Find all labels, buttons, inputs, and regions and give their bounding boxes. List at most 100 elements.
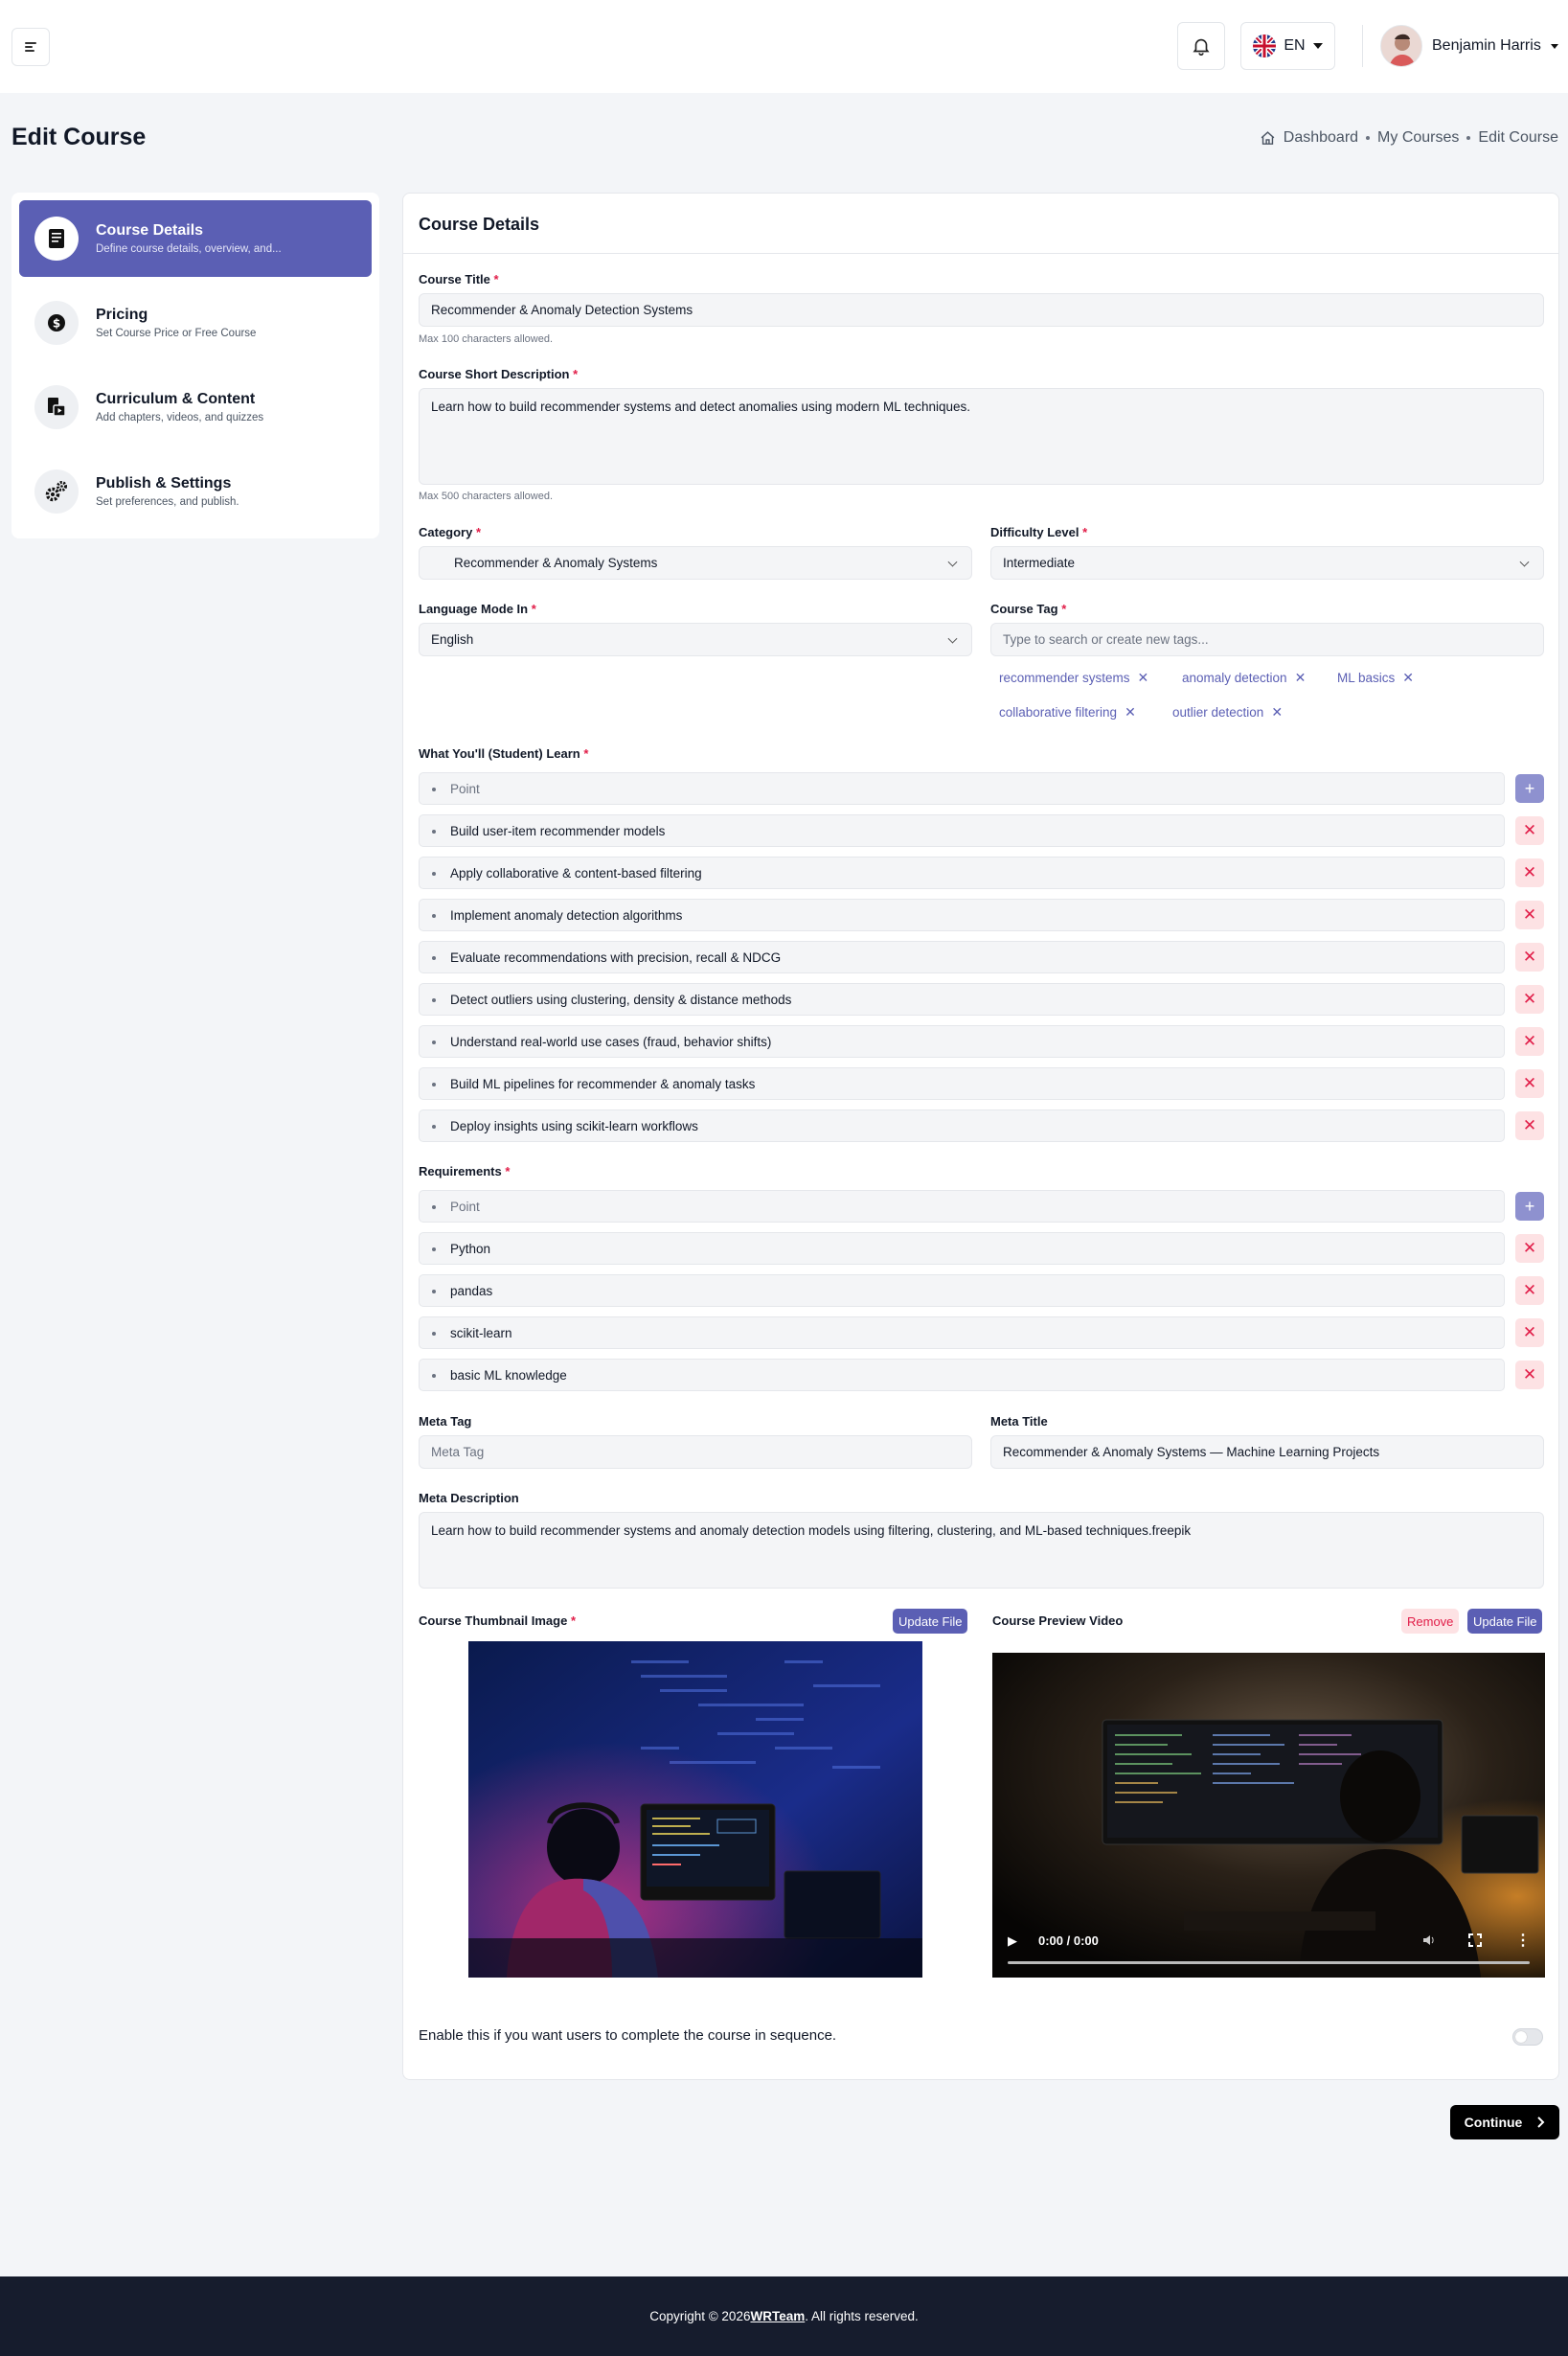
course-tag-input[interactable]: Type to search or create new tags... (990, 623, 1544, 656)
learn-point[interactable]: Understand real-world use cases (fraud, … (419, 1025, 1505, 1058)
curriculum-icon (34, 385, 79, 429)
close-icon[interactable]: ✕ (1402, 670, 1414, 686)
remove-requirement-button[interactable]: ✕ (1515, 1276, 1544, 1305)
chevron-right-icon (1537, 2116, 1545, 2128)
breadcrumb-dashboard[interactable]: Dashboard (1284, 129, 1358, 147)
step-publish[interactable]: Publish & Settings Set preferences, and … (19, 453, 372, 530)
list-item: basic ML knowledge ✕ (419, 1359, 1544, 1391)
notification-button[interactable] (1177, 22, 1225, 70)
language-value: English (431, 632, 474, 647)
short-desc-textarea[interactable]: Learn how to build recommender systems a… (419, 388, 1544, 485)
close-icon: ✕ (1522, 1239, 1537, 1257)
close-icon[interactable]: ✕ (1295, 670, 1307, 686)
meta-title-label: Meta Title (990, 1414, 1048, 1429)
learn-point[interactable]: Detect outliers using clustering, densit… (419, 983, 1505, 1016)
sequence-toggle[interactable] (1512, 2028, 1543, 2046)
add-requirement-button[interactable]: + (1515, 1192, 1544, 1221)
more-vertical-icon[interactable]: ⋮ (1515, 1931, 1531, 1950)
play-icon[interactable]: ▶ (1008, 1933, 1017, 1949)
close-icon[interactable]: ✕ (1271, 704, 1283, 721)
video-progress-bar[interactable] (1008, 1961, 1530, 1964)
video-time: 0:00 / 0:00 (1038, 1933, 1099, 1948)
requirement[interactable]: basic ML knowledge (419, 1359, 1505, 1391)
course-details-card: Course Details Course Title * Recommende… (402, 193, 1559, 2080)
close-icon: ✕ (1522, 990, 1537, 1008)
learn-point[interactable]: Build ML pipelines for recommender & ano… (419, 1067, 1505, 1100)
copyright-prefix: Copyright © 2026 (649, 2309, 751, 2323)
remove-requirement-button[interactable]: ✕ (1515, 1318, 1544, 1347)
meta-tag-input[interactable]: Meta Tag (419, 1435, 972, 1469)
remove-video-button[interactable]: Remove (1401, 1609, 1460, 1634)
list-item: pandas ✕ (419, 1274, 1544, 1307)
remove-requirement-button[interactable]: ✕ (1515, 1361, 1544, 1389)
learn-point[interactable]: Implement anomaly detection algorithms (419, 899, 1505, 931)
language-select[interactable]: English (419, 623, 972, 656)
learn-point[interactable]: Build user-item recommender models (419, 814, 1505, 847)
learn-point[interactable]: Deploy insights using scikit-learn workf… (419, 1109, 1505, 1142)
step-subtitle: Set preferences, and publish. (96, 496, 239, 508)
requirement-input[interactable]: Point (419, 1190, 1505, 1223)
remove-point-button[interactable]: ✕ (1515, 1069, 1544, 1098)
close-icon[interactable]: ✕ (1125, 704, 1136, 721)
learn-point[interactable]: Evaluate recommendations with precision,… (419, 941, 1505, 973)
menu-toggle-button[interactable] (11, 28, 50, 66)
volume-icon[interactable] (1421, 1933, 1437, 1948)
language-selector[interactable]: EN (1240, 22, 1335, 70)
brand-link[interactable]: WRTeam (750, 2309, 805, 2323)
thumbnail-image (468, 1641, 922, 1978)
fullscreen-icon[interactable] (1467, 1933, 1483, 1948)
requirement[interactable]: pandas (419, 1274, 1505, 1307)
tag-label: outlier detection (1172, 705, 1264, 720)
remove-point-button[interactable]: ✕ (1515, 1111, 1544, 1140)
close-icon: ✕ (1522, 1323, 1537, 1341)
remove-point-button[interactable]: ✕ (1515, 816, 1544, 845)
tag-chip: collaborative filtering ✕ (999, 704, 1136, 721)
category-label: Category * (419, 525, 482, 539)
difficulty-select[interactable]: Intermediate (990, 546, 1544, 580)
step-pricing[interactable]: $ Pricing Set Course Price or Free Cours… (19, 285, 372, 361)
remove-point-button[interactable]: ✕ (1515, 1027, 1544, 1056)
remove-point-button[interactable]: ✕ (1515, 858, 1544, 887)
close-icon: ✕ (1522, 948, 1537, 966)
list-item: scikit-learn ✕ (419, 1316, 1544, 1349)
list-item: Apply collaborative & content-based filt… (419, 857, 1544, 889)
close-icon[interactable]: ✕ (1138, 670, 1149, 686)
sequence-text: Enable this if you want users to complet… (419, 2027, 837, 2044)
learn-point-input[interactable]: Point (419, 772, 1505, 805)
tag-chip: anomaly detection ✕ (1182, 670, 1306, 686)
tag-chip: outlier detection ✕ (1172, 704, 1283, 721)
remove-requirement-button[interactable]: ✕ (1515, 1234, 1544, 1263)
continue-button[interactable]: Continue (1450, 2105, 1559, 2139)
remove-point-button[interactable]: ✕ (1515, 943, 1544, 972)
tag-label: collaborative filtering (999, 705, 1118, 720)
tag-label: recommender systems (999, 671, 1130, 685)
meta-title-input[interactable]: Recommender & Anomaly Systems — Machine … (990, 1435, 1544, 1469)
requirement[interactable]: scikit-learn (419, 1316, 1505, 1349)
chevron-down-icon (1519, 557, 1530, 567)
update-video-button[interactable]: Update File (1467, 1609, 1543, 1634)
category-select[interactable]: Recommender & Anomaly Systems (419, 546, 972, 580)
requirements-label: Requirements * (419, 1164, 511, 1178)
breadcrumb-my-courses[interactable]: My Courses (1377, 129, 1459, 147)
course-title-input[interactable]: Recommender & Anomaly Detection Systems (419, 293, 1544, 327)
learn-point[interactable]: Apply collaborative & content-based filt… (419, 857, 1505, 889)
tag-chip: recommender systems ✕ (999, 670, 1148, 686)
step-subtitle: Define course details, overview, and... (96, 243, 282, 255)
update-thumbnail-button[interactable]: Update File (893, 1609, 968, 1634)
remove-point-button[interactable]: ✕ (1515, 901, 1544, 929)
remove-point-button[interactable]: ✕ (1515, 985, 1544, 1014)
requirement[interactable]: Python (419, 1232, 1505, 1265)
user-menu[interactable]: Benjamin Harris (1380, 24, 1558, 68)
close-icon: ✕ (1522, 1365, 1537, 1384)
step-course-details[interactable]: Course Details Define course details, ov… (19, 200, 372, 277)
avatar (1380, 25, 1422, 67)
close-icon: ✕ (1522, 905, 1537, 924)
meta-desc-textarea[interactable]: Learn how to build recommender systems a… (419, 1512, 1544, 1589)
add-learn-point-button[interactable]: + (1515, 774, 1544, 803)
gears-icon (34, 469, 79, 514)
meta-desc-label: Meta Description (419, 1491, 519, 1505)
preview-video-player[interactable]: ▶ 0:00 / 0:00 ⋮ (992, 1653, 1545, 1978)
category-value: Recommender & Anomaly Systems (454, 556, 658, 570)
step-curriculum[interactable]: Curriculum & Content Add chapters, video… (19, 369, 372, 446)
close-icon: ✕ (1522, 863, 1537, 881)
